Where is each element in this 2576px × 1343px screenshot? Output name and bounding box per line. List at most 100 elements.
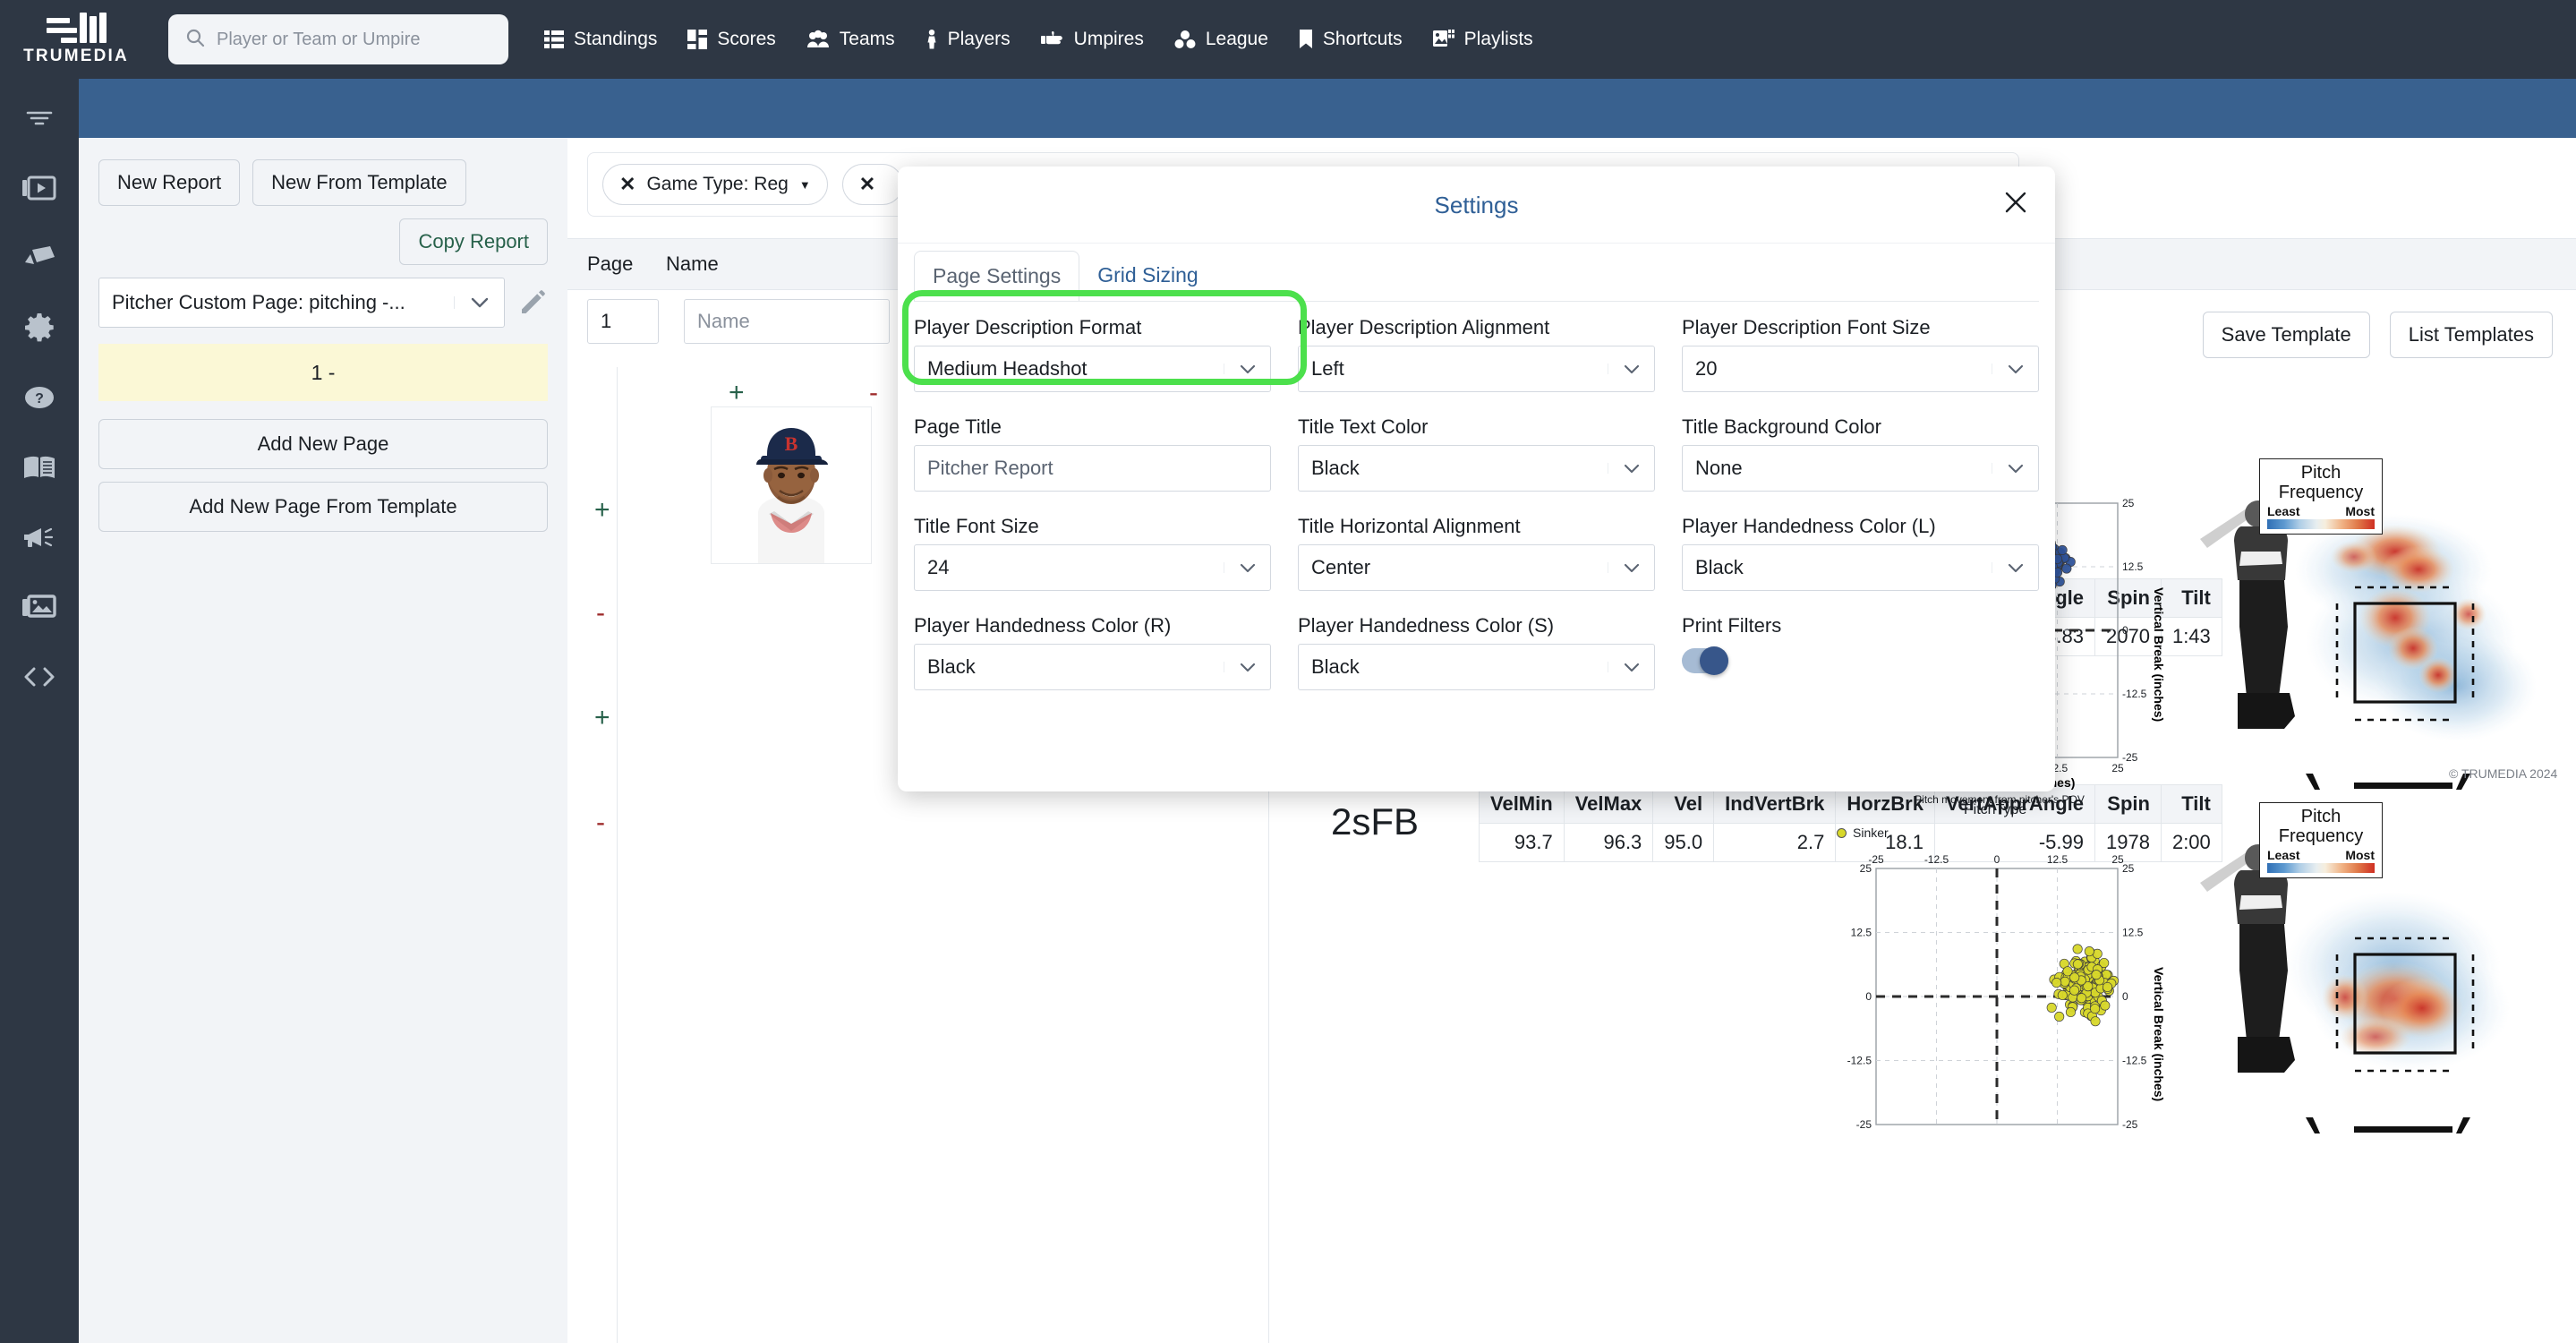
td-velmax: 96.3 [1563, 823, 1654, 862]
player-description-format-select[interactable]: Medium Headshot [914, 346, 1271, 392]
heatmap-legend-least: Least [2267, 848, 2300, 862]
break-scatter-chart-sinker: PitchType Sinker -25 -12.5 0 12.5 25 -25 -25 -1… [1821, 802, 2179, 1164]
nav-teams[interactable]: Teams [806, 29, 895, 50]
filter-chip-label: Game Type: Reg [646, 174, 789, 194]
field-label: Title Background Color [1682, 415, 1881, 438]
filter-icon[interactable] [18, 97, 61, 140]
nav-playlists[interactable]: Playlists [1432, 29, 1533, 50]
gear-icon[interactable] [18, 306, 61, 349]
select-value: Black [1311, 457, 1360, 479]
image-icon[interactable] [18, 586, 61, 629]
new-from-template-button[interactable]: New From Template [252, 159, 466, 206]
svg-text:12.5: 12.5 [1851, 927, 1872, 939]
chevron-down-icon[interactable] [1992, 463, 2038, 474]
chevron-down-icon[interactable] [1608, 662, 1654, 672]
tab-page-settings[interactable]: Page Settings [914, 251, 1080, 301]
select-value: 24 [927, 556, 950, 578]
add-row-button[interactable]: + [594, 495, 610, 526]
add-row-button[interactable]: + [594, 703, 610, 733]
pitch-frequency-heatmap-4sfb: Pitch Frequency Least Most © TRUMEDIA 20… [2188, 458, 2563, 790]
nav-scores[interactable]: Scores [687, 29, 776, 50]
search-input[interactable] [217, 29, 492, 50]
save-template-button[interactable]: Save Template [2202, 312, 2370, 358]
modal-tabs: Page Settings Grid Sizing [898, 244, 2055, 301]
pitch-type-label-2sfb: 2sFB [1331, 800, 1420, 843]
filter-chip-game-type[interactable]: ✕ Game Type: Reg ▼ [602, 164, 828, 205]
chevron-down-icon[interactable] [1992, 364, 2038, 374]
help-icon[interactable]: ? [18, 376, 61, 419]
brand-logo[interactable]: TRUMEDIA [0, 13, 152, 66]
edit-pencil-icon[interactable] [517, 289, 548, 316]
player-description-font-size-select[interactable]: 20 [1682, 346, 2039, 392]
field-label: Player Description Font Size [1682, 316, 1931, 338]
field-player-handedness-color-r: Player Handedness Color (R) Black [914, 614, 1271, 690]
chevron-down-icon[interactable] [1992, 562, 2038, 573]
chevron-down-icon[interactable] [454, 296, 504, 309]
page-title-input[interactable]: Pitcher Report [914, 445, 1271, 492]
field-label: Player Handedness Color (L) [1682, 515, 1936, 537]
list-templates-button[interactable]: List Templates [2389, 312, 2553, 358]
player-description-alignment-select[interactable]: Left [1298, 346, 1655, 392]
report-name-input[interactable] [684, 299, 890, 344]
copy-report-button[interactable]: Copy Report [399, 218, 548, 265]
remove-row-button[interactable]: - [596, 808, 605, 838]
nav-playlists-label: Playlists [1463, 29, 1533, 49]
chevron-down-icon[interactable] [1224, 662, 1270, 672]
chevron-down-icon[interactable] [1224, 562, 1270, 573]
nav-shortcuts[interactable]: Shortcuts [1299, 29, 1403, 50]
svg-text:-12.5: -12.5 [2122, 1055, 2147, 1067]
chevron-down-icon[interactable] [1608, 562, 1654, 573]
canvas-divider [617, 367, 618, 1343]
global-search[interactable] [168, 14, 508, 64]
field-title-horizontal-alignment: Title Horizontal Alignment Center [1298, 515, 1655, 591]
player-handedness-color-r-select[interactable]: Black [914, 644, 1271, 690]
nav-umpires[interactable]: Umpires [1040, 29, 1144, 50]
svg-text:25: 25 [1860, 862, 1872, 875]
layers-icon[interactable] [18, 236, 61, 279]
filter-chip-secondary[interactable]: ✕ [841, 164, 904, 205]
video-icon[interactable] [18, 167, 61, 210]
title-font-size-select[interactable]: 24 [914, 544, 1271, 591]
template-buttons: Save Template List Templates [2202, 312, 2553, 358]
page-list-item-1[interactable]: 1 - [98, 344, 548, 401]
chevron-down-icon[interactable] [1608, 463, 1654, 474]
batter-silhouette [2200, 500, 2295, 729]
report-select[interactable]: Pitcher Custom Page: pitching -... [98, 278, 505, 328]
add-new-page-from-template-button[interactable]: Add New Page From Template [98, 482, 548, 532]
toggle-knob [1700, 646, 1728, 675]
player-handedness-color-l-select[interactable]: Black [1682, 544, 2039, 591]
print-filters-toggle[interactable] [1682, 646, 1728, 675]
field-player-description-alignment: Player Description Alignment Left [1298, 316, 1655, 392]
chevron-down-icon[interactable] [1224, 364, 1270, 374]
code-icon[interactable] [18, 655, 61, 698]
remove-row-button[interactable]: - [596, 598, 605, 629]
tab-grid-sizing[interactable]: Grid Sizing [1079, 251, 1215, 301]
nav-standings[interactable]: Standings [544, 29, 657, 50]
title-text-color-select[interactable]: Black [1298, 445, 1655, 492]
title-horizontal-alignment-select[interactable]: Center [1298, 544, 1655, 591]
select-value: Black [927, 655, 976, 678]
scores-icon [687, 30, 708, 49]
close-icon[interactable] [1996, 183, 2035, 222]
add-cell-button[interactable]: + [729, 378, 745, 408]
chevron-down-icon[interactable] [1608, 364, 1654, 374]
title-background-color-select[interactable]: None [1682, 445, 2039, 492]
page-number-input[interactable] [587, 299, 659, 344]
add-new-page-button[interactable]: Add New Page [98, 419, 548, 469]
nav-league[interactable]: League [1174, 29, 1268, 50]
brand-wordmark: TRUMEDIA [23, 47, 129, 65]
new-report-button[interactable]: New Report [98, 159, 241, 206]
nav-players-label: Players [947, 29, 1011, 49]
player-handedness-color-s-select[interactable]: Black [1298, 644, 1655, 690]
book-icon[interactable] [18, 446, 61, 489]
nav-standings-label: Standings [574, 29, 658, 49]
megaphone-icon[interactable] [18, 516, 61, 559]
heatmap-legend-most: Most [2345, 848, 2375, 862]
remove-cell-button[interactable]: - [869, 378, 878, 408]
chevron-down-icon[interactable]: ▼ [799, 178, 811, 192]
nav-players[interactable]: Players [925, 29, 1011, 50]
nav-shortcuts-label: Shortcuts [1322, 29, 1403, 49]
close-icon[interactable]: ✕ [619, 175, 635, 194]
close-icon[interactable]: ✕ [859, 175, 875, 194]
copy-report-row: Copy Report [98, 218, 548, 265]
